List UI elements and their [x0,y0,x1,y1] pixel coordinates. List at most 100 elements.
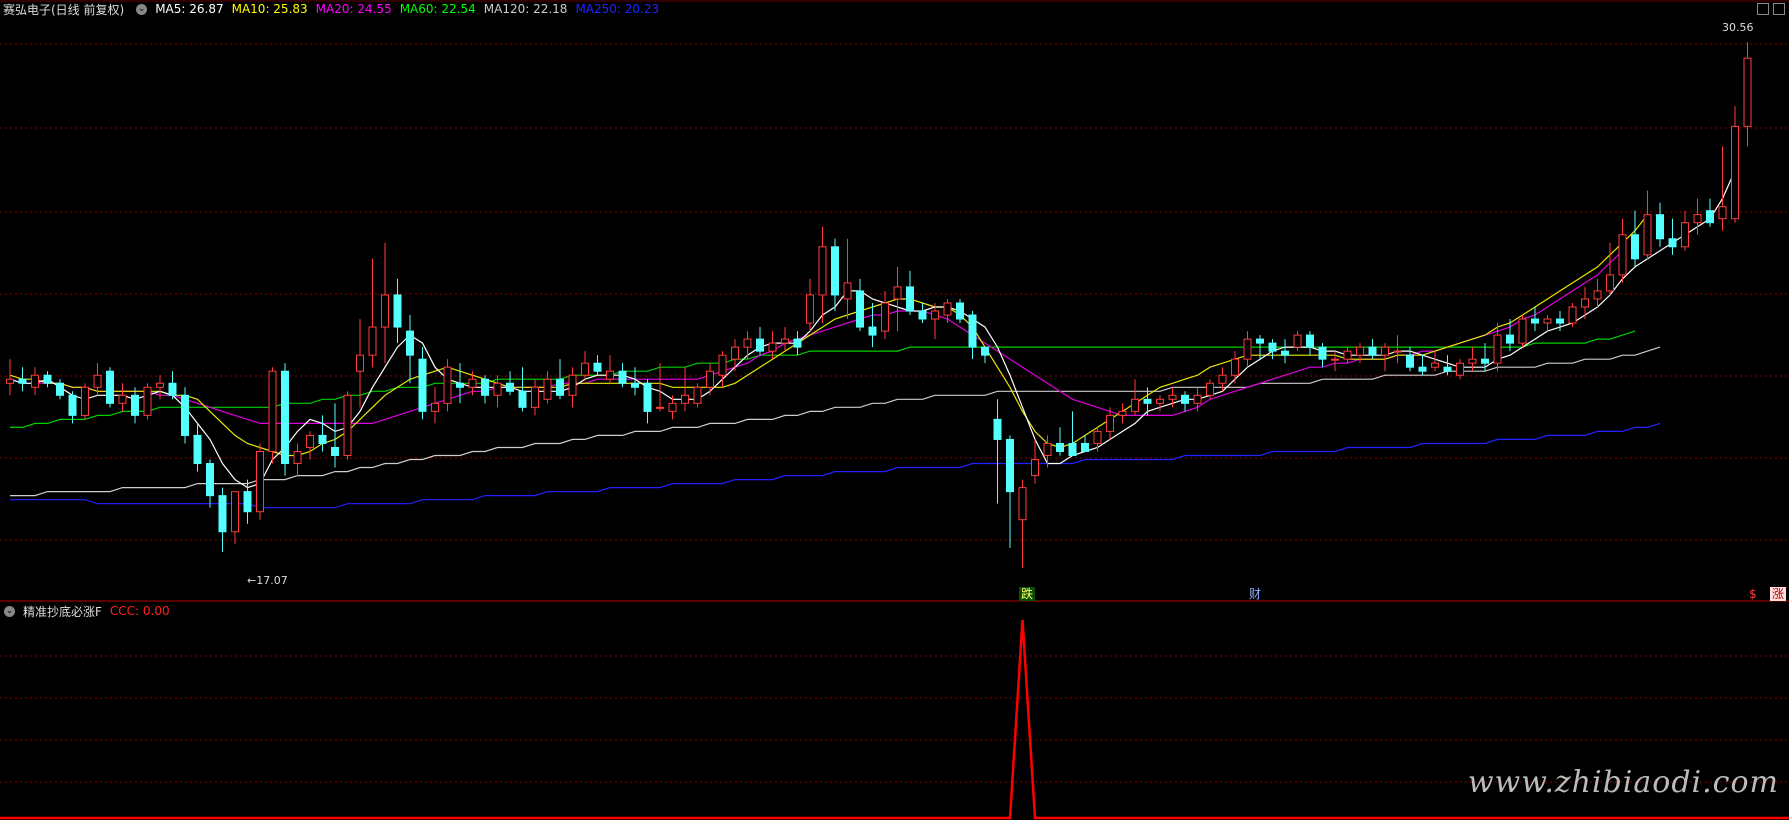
candle-body [318,434,327,444]
candle-body [1231,358,1239,376]
candle-body [768,342,777,352]
indicator-name: 精准抄底必涨F [23,604,102,619]
candle-body [1106,414,1114,432]
candle-body [1531,318,1539,324]
watermark: www.zhibiaodi.com [1467,765,1779,800]
candle-body [231,491,239,533]
candle-body [568,374,577,396]
candle-body [131,394,139,416]
signal-cai[interactable]: 财 [1247,587,1263,601]
candle-body [1506,334,1514,344]
candle-body [1131,398,1139,412]
settings-icon[interactable]: ⌄ [136,3,148,15]
low-price-value: 17.07 [256,574,288,587]
candle-body [968,314,977,348]
candle-body [993,418,1002,440]
candle-body [1381,346,1389,356]
candle-body [868,326,877,336]
candle-body [43,374,52,384]
candle-body [1706,210,1714,224]
candle-body [1181,394,1189,404]
candle-body [1318,346,1327,360]
candle-body [343,394,352,457]
candle-body [743,338,752,348]
window-maximize-icon[interactable] [1773,3,1785,15]
ma-legend-list: MA5: 26.87 MA10: 25.83 MA20: 24.55 MA60: 22… [155,2,667,16]
ma-legend-item: MA120: 22.18 [483,2,568,16]
candle-body [1306,334,1314,348]
candle-body [393,294,402,328]
candle-body [143,386,152,416]
candle-body [1631,234,1639,260]
candle-body [843,282,852,300]
candle-body [93,374,102,388]
candle-body [418,358,427,412]
kline-chart[interactable] [0,0,1789,820]
signal-dollar[interactable]: $ [1747,587,1759,601]
candle-body [618,370,627,384]
candle-body [543,378,552,400]
candle-body [331,446,339,457]
candle-body [431,402,439,412]
candle-body [718,354,727,376]
candle-body [981,346,989,356]
candle-body [943,302,952,316]
candle-body [168,382,177,396]
candle-body [656,406,664,409]
candle-body [256,450,264,513]
candle-body [218,495,227,533]
candle-body [556,378,564,396]
candle-body [831,246,839,296]
candle-body [643,382,652,412]
candle-body [56,382,64,396]
candle-body [481,378,489,396]
candle-body [1643,214,1652,256]
candle-body [31,374,39,388]
candle-body [118,394,127,404]
low-price-label: ←17.07 [247,574,288,587]
candle-body [1156,398,1164,404]
candle-body [1281,350,1289,356]
candle-body [1006,438,1014,493]
candle-body [1331,358,1339,361]
candle-body [1143,398,1152,404]
candle-body [106,370,114,404]
candle-body [1043,442,1052,457]
indicator-value: CCC: 0.00 [109,604,170,618]
candle-body [1681,222,1689,248]
indicator-settings-icon[interactable]: ⌄ [4,605,15,617]
candle-body [756,338,764,352]
candle-body [531,386,539,408]
candle-body [493,382,502,396]
candle-body [18,378,27,384]
window-restore-icon[interactable] [1757,3,1769,15]
candle-body [631,382,639,388]
candle-body [243,491,252,513]
ma-legend-item: MA250: 20.23 [575,2,660,16]
ma-legend-item: MA20: 24.55 [315,2,392,16]
candle-body [1068,442,1077,457]
candle-body [1593,290,1602,300]
candle-body [1568,306,1577,324]
candle-body [706,370,714,388]
candle-body [1668,238,1677,248]
signal-zhang[interactable]: 涨 [1770,587,1787,601]
candle-body [1443,366,1452,372]
candle-body [1543,318,1552,324]
candle-body [1031,459,1039,477]
candle-body [1743,57,1752,127]
candle-body [1406,354,1414,368]
candle-body [1468,358,1477,364]
candle-body [956,302,964,320]
candle-body [668,402,677,412]
candle-body [281,370,289,465]
stock-title: 赛弘电子(日线 前复权) [3,2,125,17]
candle-body [893,286,902,300]
signal-die[interactable]: 跌 [1019,587,1036,601]
candle-body [193,434,202,465]
candle-body [268,370,277,452]
high-price-label: 30.56 [1722,21,1754,34]
candle-body [206,463,214,497]
candle-body [293,450,302,465]
candle-body [1606,274,1614,292]
